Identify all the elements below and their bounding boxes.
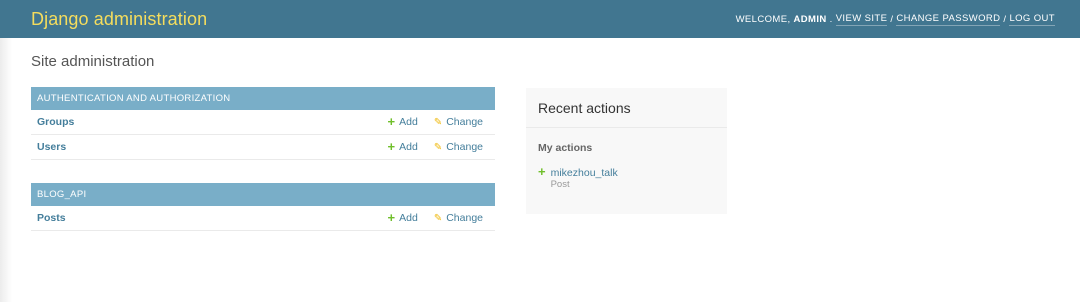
header: Django administration Welcome, admin. Vi… [0,0,1080,38]
change-label: Change [446,212,483,224]
plus-icon: + [387,139,396,154]
action-list-item: + mikezhou_talk Post [526,154,727,191]
row-actions: + Add ✎ Change [387,114,483,129]
model-link-users[interactable]: Users [37,141,66,153]
app-caption[interactable]: Authentication and Authorization [31,87,495,110]
page-title: Site administration [31,53,155,70]
app-list: Authentication and Authorization Groups … [31,87,495,254]
app-module-blog-api: Blog_API Posts + Add ✎ Change [31,183,495,231]
change-button[interactable]: ✎ Change [434,212,483,224]
add-label: Add [399,116,418,128]
pencil-icon: ✎ [433,141,443,153]
recent-actions-title: Recent actions [526,88,727,128]
my-actions-heading: My actions [538,142,593,154]
action-details: mikezhou_talk Post [551,167,618,191]
left-shade [0,38,12,302]
app-module-auth: Authentication and Authorization Groups … [31,87,495,160]
add-button[interactable]: + Add [387,139,418,154]
add-button[interactable]: + Add [387,114,418,129]
app-caption[interactable]: Blog_API [31,183,495,206]
change-button[interactable]: ✎ Change [434,116,483,128]
model-link-groups[interactable]: Groups [37,116,74,128]
pencil-icon: ✎ [433,116,443,128]
plus-icon: + [387,114,396,129]
action-object-link[interactable]: mikezhou_talk [551,167,618,179]
add-button[interactable]: + Add [387,210,418,225]
site-branding[interactable]: Django administration [31,9,207,30]
row-actions: + Add ✎ Change [387,210,483,225]
separator: / [1003,13,1007,25]
pencil-icon: ✎ [433,212,443,224]
username: admin [793,13,827,25]
add-label: Add [399,141,418,153]
content: Site administration [0,53,1080,73]
change-button[interactable]: ✎ Change [434,141,483,153]
change-label: Change [446,141,483,153]
model-link-posts[interactable]: Posts [37,212,66,224]
model-row-groups: Groups + Add ✎ Change [31,110,495,135]
model-row-posts: Posts + Add ✎ Change [31,206,495,231]
user-tools: Welcome, admin. View site / Change passw… [735,12,1055,26]
action-content-type: Post [550,179,570,190]
separator: / [890,13,894,25]
recent-actions-panel: Recent actions My actions + mikezhou_tal… [526,88,727,214]
model-row-users: Users + Add ✎ Change [31,135,495,160]
plus-icon: + [387,210,396,225]
change-label: Change [446,116,483,128]
view-site-link[interactable]: View site [835,13,888,26]
plus-icon: + [538,164,546,179]
change-password-link[interactable]: Change password [896,13,1001,26]
welcome-text: Welcome, [735,13,791,25]
add-label: Add [399,212,418,224]
log-out-link[interactable]: Log out [1009,13,1055,26]
row-actions: + Add ✎ Change [387,139,483,154]
